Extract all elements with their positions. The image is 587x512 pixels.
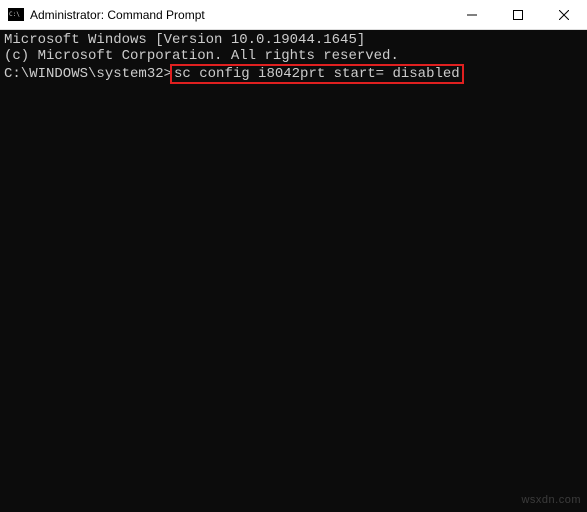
window-controls <box>449 0 587 29</box>
maximize-button[interactable] <box>495 0 541 29</box>
copyright-line: (c) Microsoft Corporation. All rights re… <box>4 48 583 64</box>
prompt-text: C:\WINDOWS\system32> <box>4 66 172 82</box>
cmd-icon <box>8 8 24 21</box>
window-title: Administrator: Command Prompt <box>30 8 449 22</box>
titlebar[interactable]: Administrator: Command Prompt <box>0 0 587 30</box>
close-button[interactable] <box>541 0 587 29</box>
version-line: Microsoft Windows [Version 10.0.19044.16… <box>4 32 583 48</box>
prompt-line: C:\WINDOWS\system32>sc config i8042prt s… <box>4 64 583 84</box>
watermark: wsxdn.com <box>521 492 581 508</box>
terminal-area[interactable]: Microsoft Windows [Version 10.0.19044.16… <box>0 30 587 512</box>
command-highlight: sc config i8042prt start= disabled <box>170 64 464 84</box>
minimize-button[interactable] <box>449 0 495 29</box>
command-text: sc config i8042prt start= disabled <box>174 66 460 82</box>
command-prompt-window: Administrator: Command Prompt Microsoft … <box>0 0 587 512</box>
